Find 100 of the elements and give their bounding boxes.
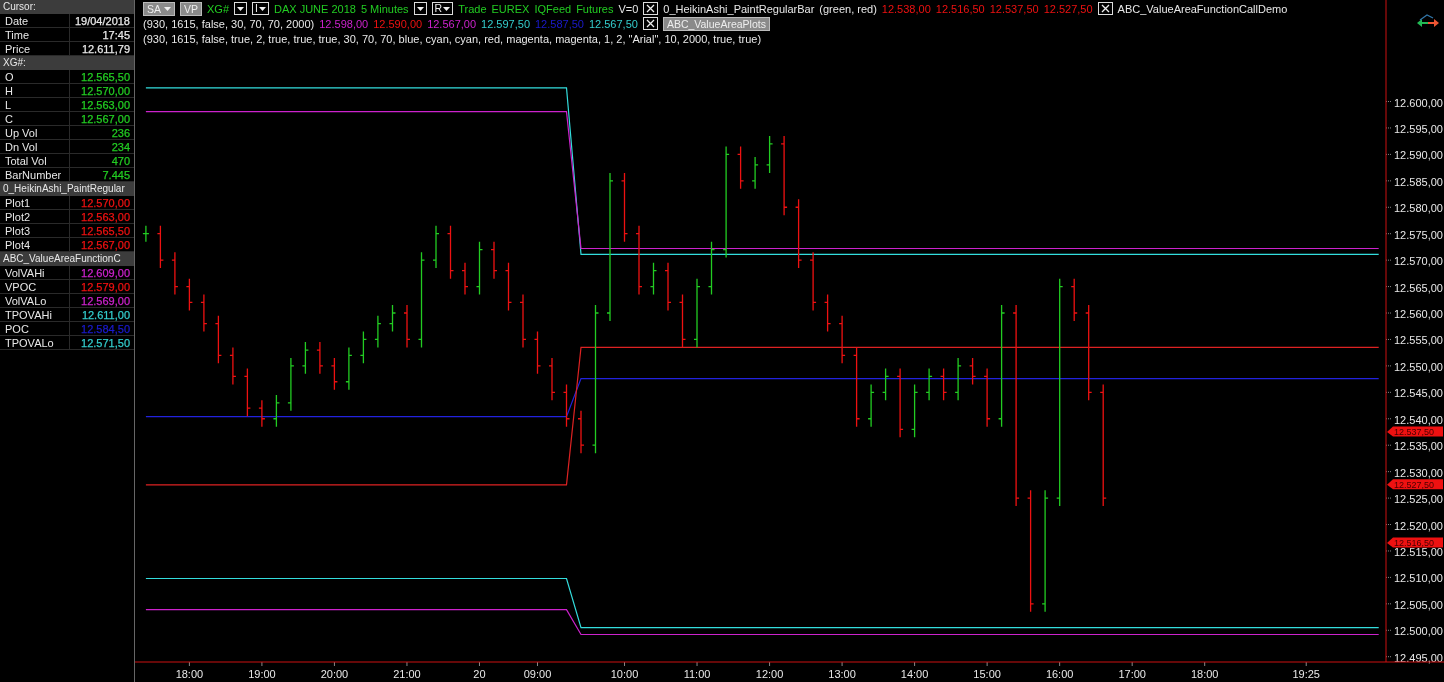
field-label: Up Vol <box>0 126 70 139</box>
indicator-button[interactable]: SA <box>143 1 175 16</box>
field-value: 12.565,50 <box>80 70 131 83</box>
section-header: XG#: <box>0 56 134 70</box>
field-value: 12.569,00 <box>80 294 131 307</box>
axis-label: 19:00 <box>248 668 276 680</box>
axis-label: 11:00 <box>683 668 711 680</box>
field-value: 12.567,00 <box>80 112 131 125</box>
axis-label: 17:00 <box>1118 668 1146 680</box>
close-button[interactable] <box>643 2 659 15</box>
section-header: ABC_ValueAreaFunctionC <box>0 252 134 266</box>
legend-text: 12.567,00 <box>427 17 477 30</box>
legend-text: Trade <box>458 2 487 15</box>
legend-text: 0_HeikinAshi_PaintRegularBar <box>663 2 815 15</box>
axis-label: 12.560,00 <box>1394 308 1443 320</box>
legend-text: (green, red) <box>819 2 877 15</box>
field-value: 234 <box>110 140 131 153</box>
caret-icon <box>416 6 424 11</box>
field-value: 236 <box>110 126 131 139</box>
axis-label: 20:00 <box>320 668 349 680</box>
field-label: O <box>0 70 70 83</box>
axis-label: 12.530,00 <box>1394 466 1443 479</box>
axis-label: 09:00 <box>523 668 552 680</box>
axis-label: 16:00 <box>1045 668 1074 680</box>
legend-text: 12.538,00 <box>881 2 931 15</box>
axis-label: 12.525,00 <box>1394 493 1443 506</box>
axis-label: 13:00 <box>828 668 856 680</box>
legend-text: (930, 1615, false, true, 2, true, true, true, 30, 70, 70, blue, cyan, cyan, red, magenta, magenta, 1, 2, "Arial", 10, 2000, true, true) <box>143 32 762 45</box>
field-value: 470 <box>110 154 131 167</box>
section-header: 0_HeikinAshi_PaintRegular <box>0 182 134 196</box>
field-label: VolVAHi <box>0 266 70 279</box>
arrows-icon[interactable] <box>1417 14 1439 27</box>
legend-text: 12.516,50 <box>935 2 985 15</box>
field-label: Plot1 <box>0 196 70 209</box>
menu-button[interactable]: I <box>252 2 269 15</box>
caret-icon <box>258 6 266 11</box>
axis-label: 12.570,00 <box>1394 255 1443 268</box>
close-button[interactable] <box>1097 2 1113 15</box>
axis-label: 12.545,00 <box>1394 387 1443 400</box>
field-label: VolVALo <box>0 294 70 307</box>
field-label: TPOVAHi <box>0 308 70 321</box>
legend-text: 12.527,50 <box>1043 2 1093 15</box>
field-label: H <box>0 84 70 97</box>
axis-label: 12.600,00 <box>1394 96 1443 109</box>
legend-text: 12.590,00 <box>373 17 423 30</box>
legend-text: DAX JUNE 2018 <box>273 2 356 15</box>
field-value: 12.609,00 <box>80 266 131 279</box>
axis-label: 18:00 <box>1190 668 1219 680</box>
caret-icon <box>443 6 451 11</box>
axis-label: 12.595,00 <box>1394 122 1443 135</box>
axis-label: 12.505,00 <box>1394 598 1443 611</box>
field-label: TPOVALo <box>0 336 70 349</box>
axis-label: 12.510,00 <box>1394 572 1443 585</box>
field-value: 12.571,50 <box>80 336 131 349</box>
axis-label: 12.590,00 <box>1394 149 1443 162</box>
legend-text: 12.587,50 <box>535 17 584 30</box>
field-value: 17:45 <box>101 28 131 41</box>
legend-text: 12.597,50 <box>481 17 530 30</box>
field-label: L <box>0 98 70 111</box>
field-label: Total Vol <box>0 154 70 167</box>
axis-label: 12.585,00 <box>1394 175 1443 188</box>
field-label: Price <box>0 42 70 55</box>
indicator-button[interactable]: VP <box>180 1 203 16</box>
field-label: Date <box>0 14 70 27</box>
axis-label: 12.520,00 <box>1394 519 1443 532</box>
legend-text: 12.537,50 <box>989 2 1039 15</box>
field-label: Time <box>0 28 70 41</box>
axis-label: 12.575,00 <box>1394 228 1443 241</box>
axis-label: 12.550,00 <box>1394 360 1443 373</box>
field-value: 12.563,00 <box>80 210 131 223</box>
legend-text: XG# <box>207 2 230 15</box>
legend-text: (930, 1615, false, 30, 70, 70, 2000) <box>143 17 315 30</box>
field-label: C <box>0 112 70 125</box>
dropdown-button[interactable] <box>234 2 248 15</box>
section-header: Cursor: <box>0 0 134 14</box>
axis-label: 12.540,00 <box>1394 413 1443 426</box>
axis-label: 12.495,00 <box>1394 651 1443 664</box>
indicator-button[interactable]: ABC_ValueAreaPlots <box>662 16 770 31</box>
dropdown-button[interactable] <box>413 2 427 15</box>
price-tag: 12.516,50 <box>1387 537 1443 549</box>
price-tag: 12.527,50 <box>1387 479 1443 490</box>
field-label: BarNumber <box>0 168 70 181</box>
axis-label: 19:25 <box>1292 668 1320 680</box>
legend-text: ABC_ValueAreaFunctionCallDemo <box>1117 2 1288 15</box>
axis-label: 21:00 <box>393 668 421 680</box>
axis-label: 12.555,00 <box>1394 334 1443 347</box>
caret-icon <box>237 6 245 11</box>
field-value: 7.445 <box>101 168 131 181</box>
close-button[interactable] <box>642 17 658 30</box>
field-label: Plot3 <box>0 224 70 237</box>
field-value: 12.563,00 <box>80 98 131 111</box>
menu-button[interactable]: R <box>431 2 454 15</box>
field-label: POC <box>0 322 70 335</box>
legend-text: IQFeed <box>534 2 572 15</box>
field-value: 12.567,00 <box>80 238 131 251</box>
axis-label: 12.580,00 <box>1394 202 1443 215</box>
legend-text: 5 Minutes <box>360 2 409 15</box>
axis-label: 12.535,00 <box>1394 440 1443 453</box>
legend-text: 12.598,00 <box>319 17 369 30</box>
field-value: 12.611,79 <box>80 42 131 55</box>
